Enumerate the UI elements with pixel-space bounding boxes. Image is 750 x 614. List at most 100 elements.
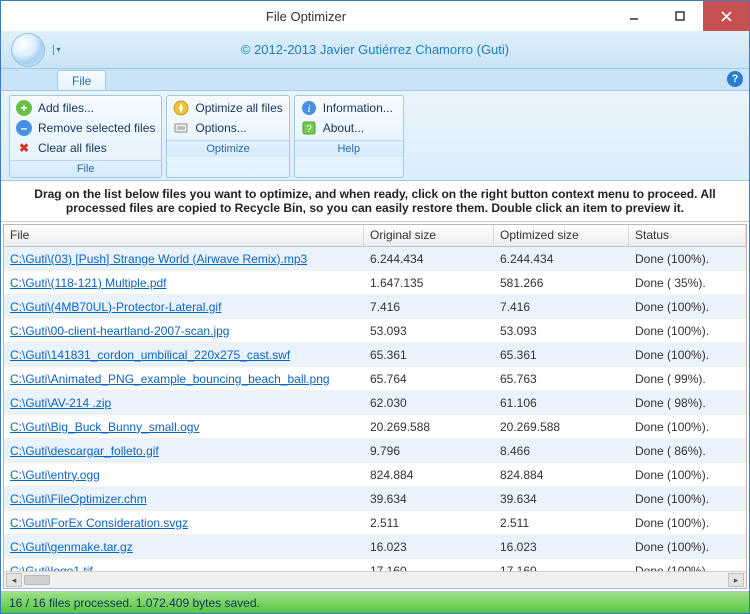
cell-file: C:\Guti\genmake.tar.gz: [4, 540, 364, 554]
cell-status: Done (100%).: [629, 516, 746, 530]
cell-optimized: 6.244.434: [494, 252, 629, 266]
file-link[interactable]: C:\Guti\00-client-heartland-2007-scan.jp…: [10, 324, 229, 338]
optimize-all-label: Optimize all files: [195, 101, 282, 115]
cell-file: C:\Guti\(03) [Push] Strange World (Airwa…: [4, 252, 364, 266]
app-orb-button[interactable]: [11, 33, 45, 67]
col-header-optimized[interactable]: Optimized size: [494, 225, 629, 246]
table-row[interactable]: C:\Guti\entry.ogg824.884824.884Done (100…: [4, 463, 746, 487]
file-link[interactable]: C:\Guti\logo1.tif: [10, 564, 93, 572]
table-row[interactable]: C:\Guti\ForEx Consideration.svgz2.5112.5…: [4, 511, 746, 535]
col-header-file[interactable]: File: [4, 225, 364, 246]
about-button[interactable]: ? About...: [301, 120, 397, 136]
table-row[interactable]: C:\Guti\descargar_folleto.gif9.7968.466D…: [4, 439, 746, 463]
remove-icon: –: [16, 120, 32, 136]
optimize-icon: [173, 100, 189, 116]
cell-status: Done ( 99%).: [629, 372, 746, 386]
group-optimize-label: Optimize: [167, 140, 288, 157]
info-icon: i: [301, 100, 317, 116]
cell-status: Done (100%).: [629, 324, 746, 338]
table-row[interactable]: C:\Guti\FileOptimizer.chm39.63439.634Don…: [4, 487, 746, 511]
clear-icon: ✖: [16, 140, 32, 156]
options-label: Options...: [195, 121, 246, 135]
scroll-left-button[interactable]: ◂: [6, 573, 22, 587]
clear-all-button[interactable]: ✖ Clear all files: [16, 140, 155, 156]
copyright-label: © 2012-2013 Javier Gutiérrez Chamorro (G…: [241, 42, 509, 57]
information-button[interactable]: i Information...: [301, 100, 397, 116]
horizontal-scrollbar[interactable]: ◂ ▸: [4, 571, 746, 588]
scroll-right-button[interactable]: ▸: [728, 573, 744, 587]
titlebar: File Optimizer: [1, 1, 749, 31]
cell-optimized: 581.266: [494, 276, 629, 290]
cell-status: Done (100%).: [629, 420, 746, 434]
table-row[interactable]: C:\Guti\141831_cordon_umbilical_220x275_…: [4, 343, 746, 367]
add-files-button[interactable]: + Add files...: [16, 100, 155, 116]
table-row[interactable]: C:\Guti\AV-214 .zip62.03061.106Done ( 98…: [4, 391, 746, 415]
table-row[interactable]: C:\Guti\genmake.tar.gz16.02316.023Done (…: [4, 535, 746, 559]
cell-original: 20.269.588: [364, 420, 494, 434]
cell-status: Done (100%).: [629, 492, 746, 506]
cell-original: 1.647.135: [364, 276, 494, 290]
tab-file[interactable]: File: [57, 70, 106, 90]
file-link[interactable]: C:\Guti\(118-121) Multiple.pdf: [10, 276, 167, 290]
help-icon[interactable]: ?: [727, 71, 743, 87]
cell-original: 9.796: [364, 444, 494, 458]
cell-original: 7.416: [364, 300, 494, 314]
remove-selected-button[interactable]: – Remove selected files: [16, 120, 155, 136]
file-link[interactable]: C:\Guti\(03) [Push] Strange World (Airwa…: [10, 252, 307, 266]
cell-file: C:\Guti\Animated_PNG_example_bouncing_be…: [4, 372, 364, 386]
col-header-original[interactable]: Original size: [364, 225, 494, 246]
maximize-button[interactable]: [657, 1, 703, 31]
table-row[interactable]: C:\Guti\00-client-heartland-2007-scan.jp…: [4, 319, 746, 343]
cell-original: 53.093: [364, 324, 494, 338]
svg-text:?: ?: [306, 124, 312, 135]
cell-file: C:\Guti\(118-121) Multiple.pdf: [4, 276, 364, 290]
file-link[interactable]: C:\Guti\Animated_PNG_example_bouncing_be…: [10, 372, 330, 386]
cell-optimized: 17.160: [494, 564, 629, 572]
file-link[interactable]: C:\Guti\FileOptimizer.chm: [10, 492, 147, 506]
app-window: File Optimizer © 2012-2013 Javier Gutiér…: [0, 0, 750, 614]
ribbon-group-optimize: Optimize all files Options... Optimize: [166, 95, 289, 178]
col-header-status[interactable]: Status: [629, 225, 746, 246]
table-row[interactable]: C:\Guti\Animated_PNG_example_bouncing_be…: [4, 367, 746, 391]
status-text: 16 / 16 files processed. 1.072.409 bytes…: [1, 596, 260, 610]
cell-status: Done (100%).: [629, 468, 746, 482]
file-link[interactable]: C:\Guti\AV-214 .zip: [10, 396, 111, 410]
remove-selected-label: Remove selected files: [38, 121, 155, 135]
hint-text: Drag on the list below files you want to…: [1, 181, 749, 222]
file-link[interactable]: C:\Guti\entry.ogg: [10, 468, 100, 482]
table-row[interactable]: C:\Guti\(03) [Push] Strange World (Airwa…: [4, 247, 746, 271]
ribbon-topstrip: © 2012-2013 Javier Gutiérrez Chamorro (G…: [1, 31, 749, 69]
clear-all-label: Clear all files: [38, 141, 107, 155]
cell-file: C:\Guti\logo1.tif: [4, 564, 364, 572]
cell-file: C:\Guti\00-client-heartland-2007-scan.jp…: [4, 324, 364, 338]
file-link[interactable]: C:\Guti\Big_Buck_Bunny_small.ogv: [10, 420, 199, 434]
table-row[interactable]: C:\Guti\(118-121) Multiple.pdf 1.647.1355…: [4, 271, 746, 295]
table-row[interactable]: C:\Guti\Big_Buck_Bunny_small.ogv 20.269.5…: [4, 415, 746, 439]
table-row[interactable]: C:\Guti\(4MB70UL)-Protector-Lateral.gif 7…: [4, 295, 746, 319]
svg-text:i: i: [307, 103, 310, 115]
close-button[interactable]: [703, 1, 749, 31]
file-grid: File Original size Optimized size Status…: [3, 224, 747, 589]
cell-file: C:\Guti\Big_Buck_Bunny_small.ogv: [4, 420, 364, 434]
table-row[interactable]: C:\Guti\logo1.tif17.16017.160Done (100%)…: [4, 559, 746, 571]
cell-file: C:\Guti\descargar_folleto.gif: [4, 444, 364, 458]
ribbon-group-help: i Information... ? About... Help: [294, 95, 404, 178]
scroll-thumb[interactable]: [24, 575, 50, 585]
file-link[interactable]: C:\Guti\141831_cordon_umbilical_220x275_…: [10, 348, 290, 362]
optimize-all-button[interactable]: Optimize all files: [173, 100, 282, 116]
grid-body[interactable]: C:\Guti\(03) [Push] Strange World (Airwa…: [4, 247, 746, 571]
cell-file: C:\Guti\entry.ogg: [4, 468, 364, 482]
cell-optimized: 65.763: [494, 372, 629, 386]
ribbon: + Add files... – Remove selected files ✖…: [1, 91, 749, 181]
file-link[interactable]: C:\Guti\descargar_folleto.gif: [10, 444, 159, 458]
file-link[interactable]: C:\Guti\ForEx Consideration.svgz: [10, 516, 188, 530]
file-link[interactable]: C:\Guti\genmake.tar.gz: [10, 540, 133, 554]
cell-optimized: 39.634: [494, 492, 629, 506]
group-help-label: Help: [295, 140, 403, 157]
options-button[interactable]: Options...: [173, 120, 282, 136]
file-link[interactable]: C:\Guti\(4MB70UL)-Protector-Lateral.gif: [10, 300, 221, 314]
qat-dropdown-icon[interactable]: [53, 45, 63, 55]
cell-optimized: 20.269.588: [494, 420, 629, 434]
cell-original: 824.884: [364, 468, 494, 482]
minimize-button[interactable]: [611, 1, 657, 31]
